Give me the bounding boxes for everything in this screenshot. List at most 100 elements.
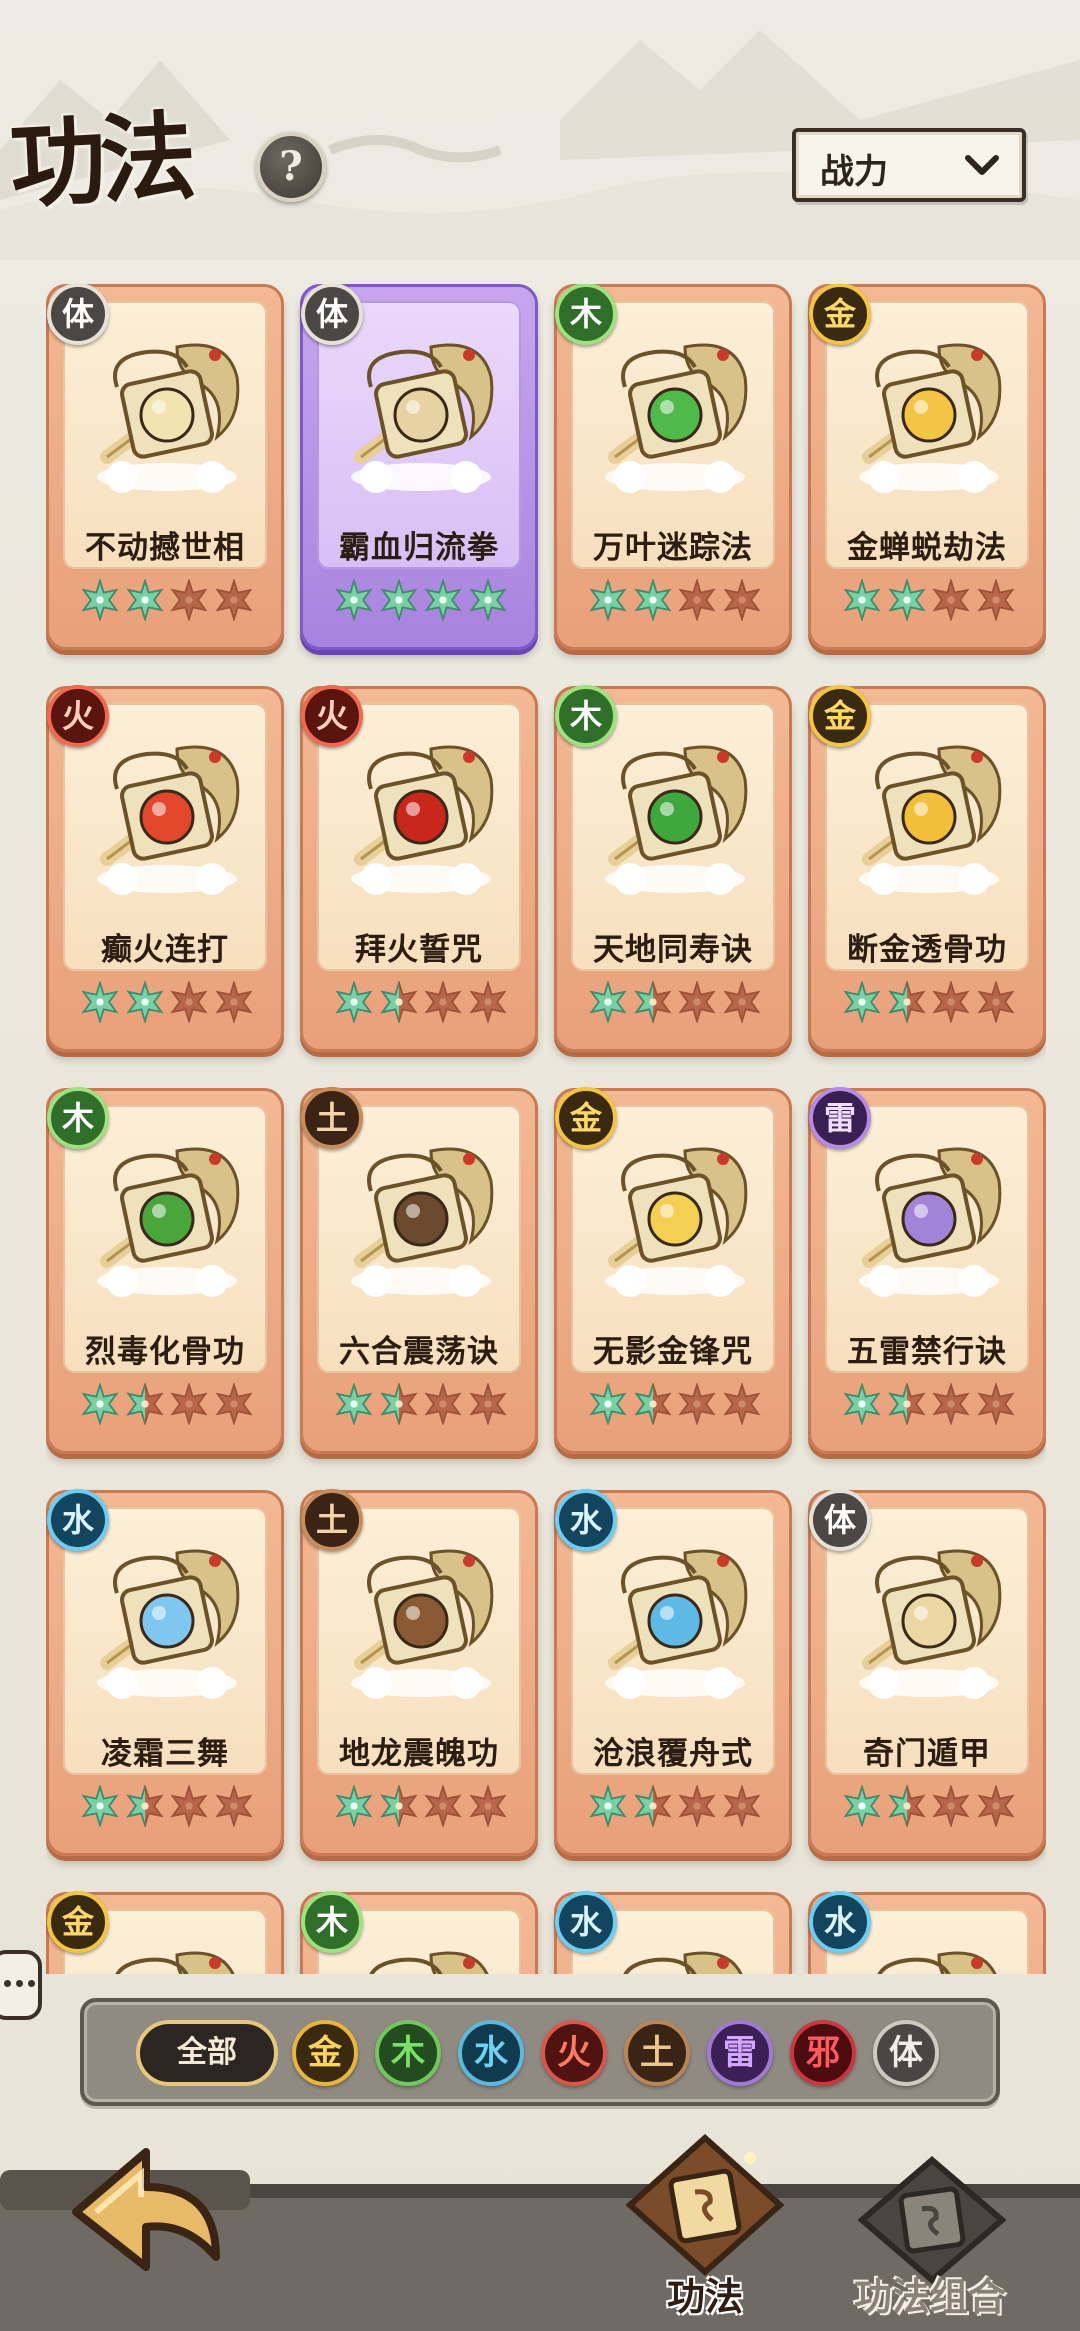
star-rating [79, 981, 255, 1027]
star-rating [841, 1785, 1017, 1831]
skill-emblem-icon [369, 1951, 489, 1974]
filter-chip-earth[interactable]: 土 [624, 2020, 690, 2086]
star-rating [333, 579, 509, 625]
skill-emblem-icon [859, 1147, 1002, 1297]
skill-card[interactable]: 水凌霜三舞 [46, 1489, 284, 1856]
star-icon [467, 981, 509, 1023]
skill-card[interactable]: 水 [808, 1891, 1046, 1974]
tab-skills-label: 功法 [666, 2275, 743, 2319]
skill-emblem-icon [605, 1549, 748, 1699]
skill-card[interactable]: 木 [300, 1891, 538, 1974]
skill-card[interactable]: 体奇门遁甲 [808, 1489, 1046, 1856]
skill-card[interactable]: 水 [554, 1891, 792, 1974]
star-icon [213, 981, 255, 1023]
skill-card[interactable]: 金无影金锋咒 [554, 1087, 792, 1454]
filter-chip-evil[interactable]: 邪 [790, 2020, 856, 2086]
help-button[interactable]: ? [256, 132, 326, 202]
element-badge: 金 [809, 284, 871, 345]
skill-emblem-icon [859, 343, 1002, 493]
star-icon [886, 579, 928, 621]
star-icon [587, 981, 629, 1023]
skill-card[interactable]: 金断金透骨功 [808, 685, 1046, 1052]
skill-card[interactable]: 木天地同寿诀 [554, 685, 792, 1052]
filter-chip-wood[interactable]: 木 [375, 2020, 441, 2086]
star-icon [213, 1785, 255, 1827]
star-icon [79, 1785, 121, 1827]
star-icon [333, 1383, 375, 1425]
element-badge: 火 [301, 685, 363, 747]
sort-dropdown[interactable]: 战力 [792, 128, 1026, 202]
star-rating [587, 981, 763, 1027]
skill-card[interactable]: 雷五雷禁行诀 [808, 1087, 1046, 1454]
star-icon [676, 1383, 718, 1425]
skill-name: 凌霜三舞 [101, 1736, 229, 1772]
star-icon [930, 1785, 972, 1827]
star-icon [168, 1383, 210, 1425]
star-icon [79, 981, 121, 1023]
chat-bubble-icon[interactable] [0, 1950, 42, 2020]
skill-name: 无影金锋咒 [593, 1334, 753, 1370]
skill-emblem-icon [115, 1951, 235, 1974]
star-icon [975, 981, 1017, 1023]
skill-grid: 体不动撼世相 体霸血归流拳 木万叶迷踪法 金金蝉蜕劫法 火 癫火连打 火 拜火誓… [46, 284, 1046, 1974]
skill-card[interactable]: 金金蝉蜕劫法 [808, 284, 1046, 650]
tab-skill-combos[interactable]: 功法组合 [830, 2154, 1030, 2330]
star-icon [378, 1785, 420, 1827]
skill-emblem-icon [351, 1147, 494, 1297]
skill-name: 沧浪覆舟式 [593, 1736, 753, 1772]
skill-card[interactable]: 体不动撼世相 [46, 284, 284, 650]
star-icon [841, 981, 883, 1023]
back-arrow-icon[interactable] [56, 2142, 226, 2292]
filter-chip-fire[interactable]: 火 [541, 2020, 607, 2086]
skill-card[interactable]: 水沧浪覆舟式 [554, 1489, 792, 1856]
skill-emblem-icon [97, 1549, 240, 1699]
element-badge: 火 [47, 685, 109, 747]
filter-chip-gold[interactable]: 金 [292, 2020, 358, 2086]
skill-card[interactable]: 火癫火连打 [46, 685, 284, 1052]
element-badge: 体 [47, 284, 109, 345]
star-icon [124, 1383, 166, 1425]
skill-card[interactable]: 金 [46, 1891, 284, 1974]
filter-all-button[interactable]: 全部 [136, 2020, 278, 2086]
skill-card[interactable]: 火拜火誓咒 [300, 685, 538, 1052]
star-rating [841, 981, 1017, 1027]
element-badge: 土 [301, 1489, 363, 1551]
skill-emblem-icon [623, 1951, 743, 1974]
tab-skills[interactable]: 功法 [610, 2130, 800, 2330]
star-icon [721, 579, 763, 621]
tab-skill-combos-label: 功法组合 [853, 2275, 1006, 2319]
star-icon [975, 579, 1017, 621]
star-icon [168, 981, 210, 1023]
element-badge: 金 [47, 1891, 109, 1953]
star-icon [841, 1383, 883, 1425]
filter-chip-thunder[interactable]: 雷 [707, 2020, 773, 2086]
skill-card[interactable]: 体霸血归流拳 [300, 284, 538, 650]
filter-chip-water[interactable]: 水 [458, 2020, 524, 2086]
skill-emblem-icon [351, 343, 494, 493]
star-icon [467, 1383, 509, 1425]
filter-chip-body[interactable]: 体 [873, 2020, 939, 2086]
star-icon [124, 1785, 166, 1827]
skill-card[interactable]: 木烈毒化骨功 [46, 1087, 284, 1454]
star-icon [333, 579, 375, 621]
star-icon [930, 981, 972, 1023]
star-icon [587, 579, 629, 621]
skill-card[interactable]: 土六合震荡诀 [300, 1087, 538, 1454]
skill-card[interactable]: 木万叶迷踪法 [554, 284, 792, 650]
star-icon [213, 1383, 255, 1425]
star-icon [721, 981, 763, 1023]
star-icon [676, 1785, 718, 1827]
star-icon [841, 1785, 883, 1827]
star-icon [79, 579, 121, 621]
star-icon [467, 579, 509, 621]
skill-emblem-icon [605, 1147, 748, 1297]
element-badge: 木 [301, 1891, 363, 1953]
star-icon [721, 1383, 763, 1425]
star-icon [930, 579, 972, 621]
skill-name: 万叶迷踪法 [593, 530, 753, 566]
skill-emblem-icon [97, 343, 240, 493]
element-badge: 木 [555, 685, 617, 747]
skill-card[interactable]: 土地龙震魄功 [300, 1489, 538, 1856]
element-badge: 金 [809, 685, 871, 747]
star-icon [886, 1383, 928, 1425]
